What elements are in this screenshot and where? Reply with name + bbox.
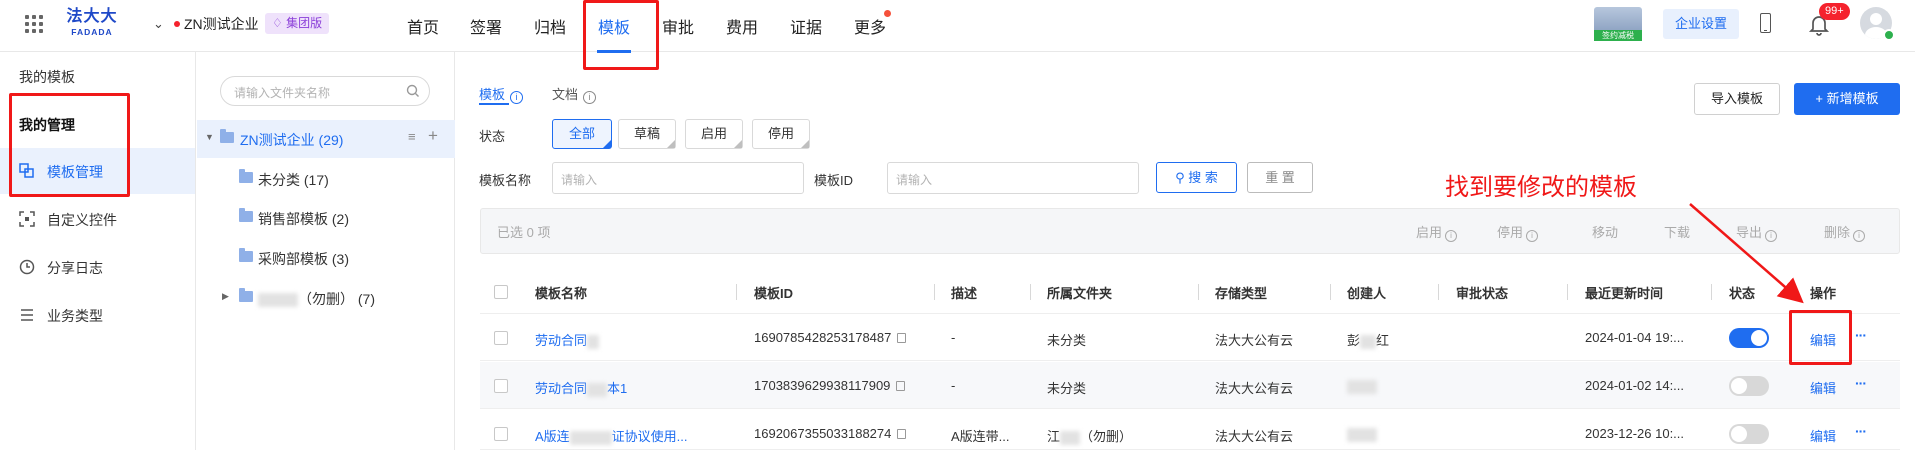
annotation-arrow-icon <box>1689 203 1804 304</box>
